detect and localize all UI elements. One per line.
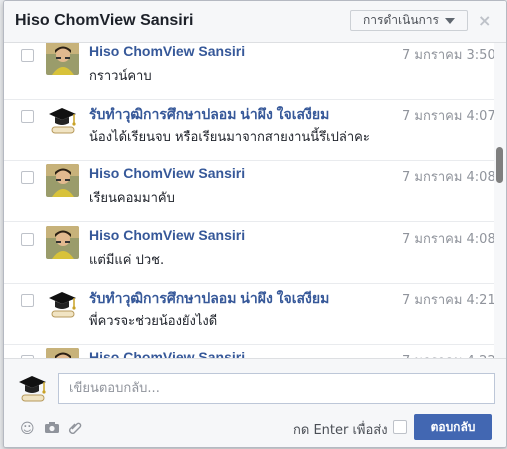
person-avatar[interactable]	[46, 164, 79, 197]
message-thread[interactable]: Hiso ChomView Sansiri 7 มกราคม 3:50 กราวน์…	[4, 43, 494, 358]
close-icon[interactable]: ×	[478, 11, 491, 30]
person-avatar[interactable]	[46, 348, 79, 358]
enter-to-send-checkbox[interactable]	[393, 420, 407, 434]
graduation-cap-avatar[interactable]	[46, 103, 79, 136]
caret-down-icon	[444, 17, 455, 24]
graduation-cap-avatar[interactable]	[46, 287, 79, 320]
message-text: แต่มีแค่ ปวช.	[89, 253, 165, 268]
message-time: 7 มกราคม 4:22	[402, 350, 494, 358]
message-checkbox[interactable]	[21, 294, 34, 307]
message-row: รับทำวุฒิการศึกษาปลอม น่าผึง ใจเสงียม 7 ม…	[4, 284, 494, 345]
reply-button[interactable]: ตอบกลับ	[414, 414, 492, 440]
actions-dropdown-button[interactable]: การดำเนินการ	[350, 10, 468, 31]
sender-name[interactable]: Hiso ChomView Sansiri	[89, 165, 245, 181]
message-checkbox[interactable]	[21, 233, 34, 246]
dialog-header: Hiso ChomView Sansiri การดำเนินการ ×	[4, 1, 506, 43]
person-avatar[interactable]	[46, 43, 79, 75]
person-avatar[interactable]	[46, 226, 79, 259]
message-text: น้องได้เรียนจบ หรือเรียนมาจากสายงานนี้รึ…	[89, 130, 370, 145]
message-checkbox[interactable]	[21, 171, 34, 184]
sender-name[interactable]: รับทำวุฒิการศึกษาปลอม น่าผึง ใจเสงียม	[89, 288, 329, 310]
scrollbar-thumb[interactable]	[496, 147, 503, 183]
message-time: 7 มกราคม 3:50	[402, 48, 494, 63]
enter-to-send-label: กด Enter เพื่อส่ง	[293, 423, 388, 438]
message-checkbox[interactable]	[21, 49, 34, 62]
message-time: 7 มกราคม 4:21	[402, 293, 494, 308]
message-row: รับทำวุฒิการศึกษาปลอม น่าผึง ใจเสงียม 7 ม…	[4, 100, 494, 161]
message-row: Hiso ChomView Sansiri 7 มกราคม 4:08 เรียนค…	[4, 161, 494, 222]
thread-scrollbar[interactable]	[494, 43, 506, 358]
message-row: Hiso ChomView Sansiri 7 มกราคม 4:22	[4, 345, 494, 358]
message-text: พี่ควรจะช่วยน้องยังไงดี	[89, 314, 218, 329]
sender-name[interactable]: Hiso ChomView Sansiri	[89, 43, 245, 59]
message-time: 7 มกราคม 4:08	[402, 232, 494, 247]
message-text: เรียนคอมมาคับ	[89, 191, 175, 206]
message-checkbox[interactable]	[21, 110, 34, 123]
emoji-icon[interactable]: ☺	[20, 421, 35, 437]
dialog-title: Hiso ChomView Sansiri	[15, 12, 194, 29]
reply-input[interactable]	[58, 373, 495, 404]
attach-icon[interactable]	[68, 421, 82, 439]
message-row: Hiso ChomView Sansiri 7 มกราคม 4:08 แต่มีแ…	[4, 223, 494, 284]
message-dialog: Hiso ChomView Sansiri การดำเนินการ × His…	[3, 0, 507, 448]
reply-composer: ☺ กด Enter เพื่อส่ง ตอบกลับ	[4, 358, 506, 447]
sender-name[interactable]: Hiso ChomView Sansiri	[89, 227, 245, 243]
graduation-cap-avatar	[16, 371, 49, 404]
message-time: 7 มกราคม 4:08	[402, 170, 494, 185]
message-text: กราวน์คาบ	[89, 69, 152, 84]
actions-label: การดำเนินการ	[363, 13, 439, 27]
sender-name[interactable]: Hiso ChomView Sansiri	[89, 349, 245, 358]
camera-icon[interactable]	[44, 421, 60, 438]
message-time: 7 มกราคม 4:07	[402, 109, 494, 124]
sender-name[interactable]: รับทำวุฒิการศึกษาปลอม น่าผึง ใจเสงียม	[89, 104, 329, 126]
message-row: Hiso ChomView Sansiri 7 มกราคม 3:50 กราวน์…	[4, 43, 494, 100]
